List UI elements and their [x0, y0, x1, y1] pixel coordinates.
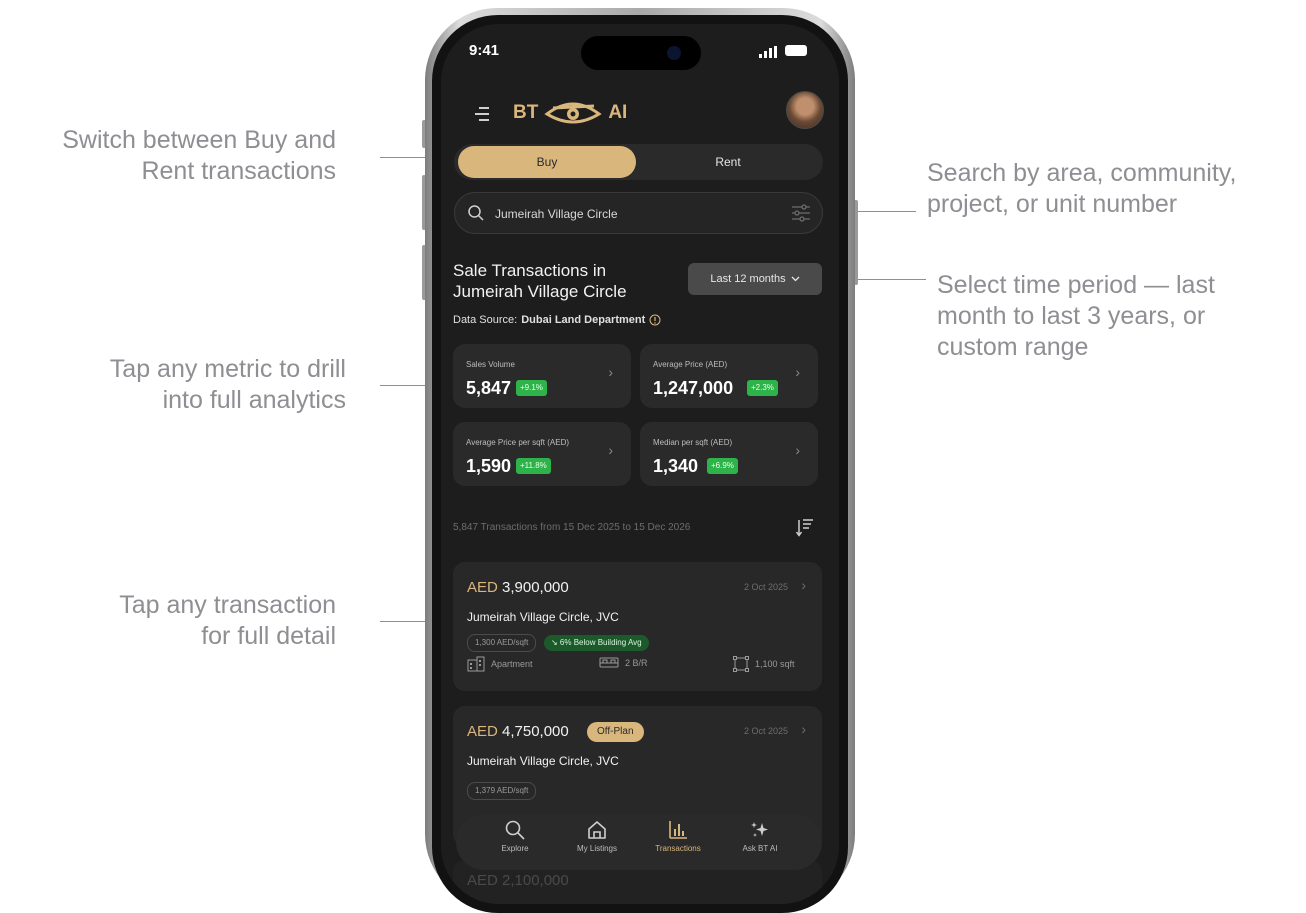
- status-time: 9:41: [469, 42, 500, 59]
- callout-search: Search by area, community, project, or u…: [927, 159, 1237, 218]
- home-icon: [588, 821, 606, 839]
- transaction-location: Jumeirah Village Circle, JVC: [467, 754, 619, 768]
- off-plan-badge: Off-Plan: [587, 722, 644, 742]
- callout-period: Select time period — last month to last …: [937, 271, 1215, 361]
- sparkle-icon: [751, 822, 768, 837]
- nav-my-listings[interactable]: My Listings: [562, 817, 632, 867]
- area-icon: [733, 656, 749, 672]
- buy-tab[interactable]: Buy: [458, 146, 636, 178]
- callout-transaction: Tap any transaction for full detail: [119, 591, 336, 650]
- transaction-price: AED 3,900,000: [467, 579, 569, 596]
- transaction-date: 2 Oct 2025: [743, 582, 788, 592]
- logo-text-right: AI: [608, 102, 628, 123]
- logo-text-left: BT: [513, 102, 539, 123]
- dynamic-island: [581, 36, 701, 70]
- change-badge: +6.9%: [707, 458, 738, 474]
- change-badge: +2.3%: [747, 380, 778, 396]
- property-type: Apartment: [467, 656, 533, 672]
- nav-ask-bt-ai[interactable]: Ask BT AI: [725, 817, 795, 867]
- callout-metrics: Tap any metric to drill into full analyt…: [109, 355, 346, 414]
- time-period-label: Last 12 months: [710, 273, 786, 285]
- eye-logo-icon: [544, 102, 602, 124]
- data-source: Data Source: Dubai Land Department: [453, 314, 661, 326]
- transaction-price: AED 2,100,000: [467, 872, 569, 889]
- transaction-date: 2 Oct 2025: [743, 726, 788, 736]
- page-title: Sale Transactions in Jumeirah Village Ci…: [453, 261, 627, 301]
- building-icon: [467, 656, 485, 672]
- metric-card-average-price[interactable]: Average Price (AED) 1,247,000 +2.3% ›: [640, 344, 818, 408]
- metric-value: 1,590: [466, 456, 512, 476]
- chevron-right-icon: ›: [608, 442, 613, 458]
- rent-tab[interactable]: Rent: [636, 146, 820, 178]
- chevron-right-icon: ›: [795, 364, 800, 380]
- app-logo: BT AI: [513, 100, 627, 126]
- transaction-card[interactable]: AED 3,900,000 2 Oct 2025 › Jumeirah Vill…: [453, 562, 822, 691]
- app-screen: 9:41 BT AI Buy Rent Jumeirah Village Cir…: [441, 24, 839, 904]
- signal-icon: [759, 46, 777, 58]
- battery-icon: [785, 45, 807, 56]
- chevron-right-icon: ›: [608, 364, 613, 380]
- sort-icon[interactable]: [796, 518, 814, 538]
- info-icon[interactable]: [649, 314, 661, 326]
- time-period-dropdown[interactable]: Last 12 months: [688, 263, 822, 295]
- metric-card-price-per-sqft[interactable]: Average Price per sqft (AED) 1,590 +11.8…: [453, 422, 631, 486]
- price-per-sqft-chip: 1,300 AED/sqft: [467, 634, 537, 652]
- metric-value: 1,247,000: [653, 378, 734, 398]
- price-per-sqft-chip: 1,379 AED/sqft: [467, 782, 537, 800]
- bed-icon: [599, 657, 619, 668]
- metric-value: 1,340: [653, 456, 699, 476]
- comparison-chip: ↘ 6% Below Building Avg: [544, 635, 649, 651]
- size: 1,100 sqft: [733, 656, 795, 672]
- transaction-location: Jumeirah Village Circle, JVC: [467, 610, 619, 624]
- metric-value: 5,847: [466, 378, 512, 398]
- filter-icon[interactable]: [791, 204, 811, 222]
- bedrooms: 2 B/R: [599, 656, 648, 670]
- nav-transactions[interactable]: Transactions: [643, 817, 713, 867]
- chevron-right-icon: ›: [795, 442, 800, 458]
- metric-card-sales-volume[interactable]: Sales Volume 5,847 +9.1% ›: [453, 344, 631, 408]
- transaction-price: AED 4,750,000: [467, 723, 569, 740]
- search-icon: [468, 205, 484, 221]
- camera-icon: [667, 46, 681, 60]
- chevron-down-icon: [791, 276, 800, 282]
- change-badge: +9.1%: [516, 380, 547, 396]
- transactions-summary: 5,847 Transactions from 15 Dec 2025 to 1…: [453, 522, 691, 533]
- change-badge: +11.8%: [516, 458, 551, 474]
- menu-icon[interactable]: [475, 106, 489, 122]
- avatar[interactable]: [786, 91, 824, 129]
- chevron-right-icon: ›: [801, 721, 806, 737]
- bar-chart-icon: [669, 821, 687, 839]
- chevron-right-icon: ›: [801, 577, 806, 593]
- nav-explore[interactable]: Explore: [480, 817, 550, 867]
- search-icon: [505, 820, 525, 840]
- metric-card-median-per-sqft[interactable]: Median per sqft (AED) 1,340 +6.9% ›: [640, 422, 818, 486]
- callout-toggle: Switch between Buy and Rent transactions: [62, 126, 336, 185]
- search-bar: [454, 192, 823, 234]
- search-input[interactable]: [493, 203, 777, 225]
